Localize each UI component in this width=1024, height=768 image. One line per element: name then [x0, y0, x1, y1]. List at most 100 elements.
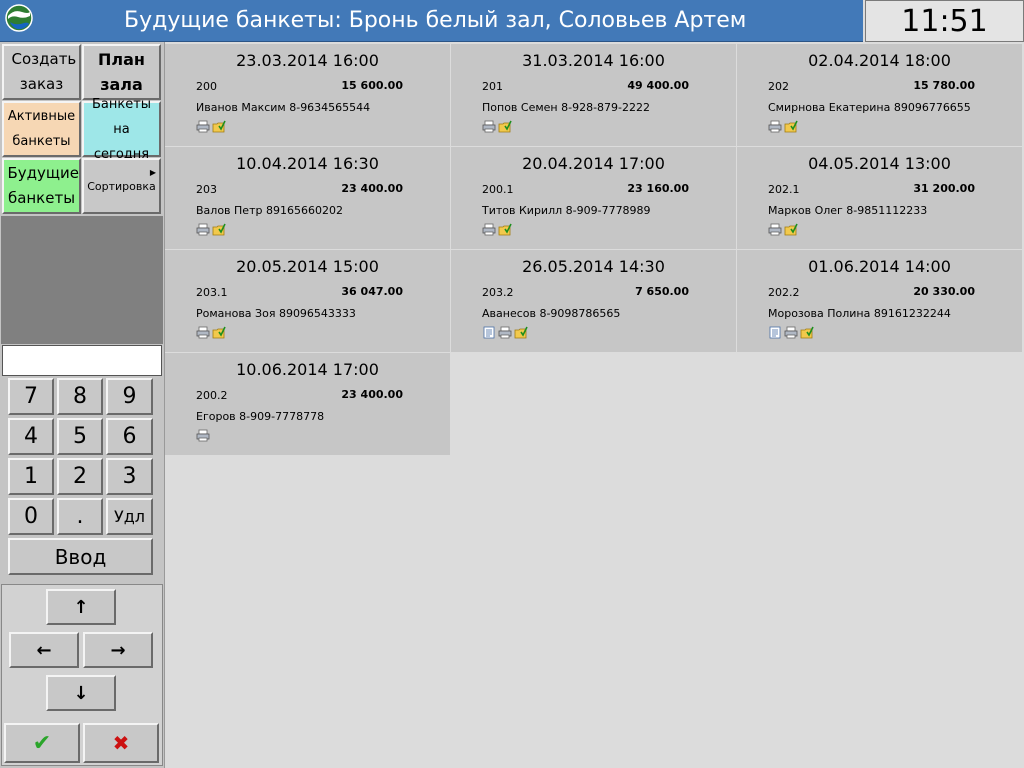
banquet-icons [768, 118, 798, 133]
banquet-card[interactable]: 01.06.2014 14:00 202.2 20 330.00 Морозова П… [737, 250, 1022, 352]
banquet-client: Марков Олег 8-9851112233 [768, 204, 928, 217]
banquet-number: 202.1 [768, 183, 800, 196]
banquet-sum: 15 600.00 [341, 79, 403, 92]
arrow-up-icon[interactable]: ↑ [46, 589, 116, 625]
future-banquets-button[interactable]: Будущие банкеты [2, 158, 81, 214]
navigation-panel: ↑ ← → ↓ ✔ ✖ [1, 584, 163, 766]
banquet-sum: 36 047.00 [341, 285, 403, 298]
title-bar: Будущие банкеты: Бронь белый зал, Соловь… [0, 0, 863, 42]
banquet-client: Смирнова Екатерина 89096776655 [768, 101, 971, 114]
active-banquets-label: Активные банкеты [7, 109, 76, 149]
banquet-sum: 49 400.00 [627, 79, 689, 92]
enter-button[interactable]: Ввод [8, 538, 153, 575]
banquet-client: Титов Кирилл 8-909-7778989 [482, 204, 651, 217]
banquet-card[interactable]: 02.04.2014 18:00 202 15 780.00 Смирнова Ека… [737, 44, 1022, 146]
key-dot[interactable]: . [57, 498, 103, 535]
banquet-client: Валов Петр 89165660202 [196, 204, 343, 217]
key-3[interactable]: 3 [106, 458, 153, 495]
create-order-label: Создать заказ [11, 50, 77, 93]
banquet-card[interactable]: 20.04.2014 17:00 200.1 23 160.00 Титов Кири… [451, 147, 736, 249]
folder-check-icon [784, 221, 798, 236]
banquet-client: Попов Семен 8-928-879-2222 [482, 101, 650, 114]
banquet-icons [768, 324, 814, 339]
banquet-icons [196, 324, 226, 339]
printer-icon [196, 221, 210, 236]
left-panel: Создать заказ План зала Активные банкеты… [0, 42, 165, 768]
banquet-client: Аванесов 8-9098786565 [482, 307, 621, 320]
banquet-card[interactable]: 31.03.2014 16:00 201 49 400.00 Попов Семен … [451, 44, 736, 146]
folder-check-icon [784, 118, 798, 133]
printer-icon [784, 324, 798, 339]
create-order-button[interactable]: Создать заказ [2, 44, 81, 100]
banquet-icons [482, 324, 528, 339]
future-banquets-label: Будущие банкеты [7, 164, 80, 207]
printer-icon [498, 324, 512, 339]
banquet-sum: 23 400.00 [341, 182, 403, 195]
delete-key[interactable]: Удл [106, 498, 153, 535]
arrow-right-icon[interactable]: → [83, 632, 153, 668]
banquet-card[interactable]: 10.04.2014 16:30 203 23 400.00 Валов Петр 8… [165, 147, 450, 249]
banquet-sum: 7 650.00 [635, 285, 689, 298]
printer-icon [196, 118, 210, 133]
banquet-number: 200.1 [482, 183, 514, 196]
clock: 11:51 [865, 0, 1024, 42]
key-2[interactable]: 2 [57, 458, 103, 495]
sorting-button[interactable]: Сортировка ▶ [82, 158, 161, 214]
banquet-datetime: 04.05.2014 13:00 [808, 154, 951, 173]
cancel-button[interactable]: ✖ [83, 723, 159, 763]
key-8[interactable]: 8 [57, 378, 103, 415]
banquet-number: 201 [482, 80, 503, 93]
document-icon [768, 324, 782, 339]
empty-panel [1, 216, 163, 344]
folder-check-icon [212, 324, 226, 339]
printer-icon [768, 118, 782, 133]
printer-icon [196, 427, 210, 442]
folder-check-icon [498, 221, 512, 236]
active-banquets-button[interactable]: Активные банкеты [2, 101, 81, 157]
banquet-number: 200 [196, 80, 217, 93]
folder-check-icon [800, 324, 814, 339]
banquet-number: 203.2 [482, 286, 514, 299]
banquet-number: 202.2 [768, 286, 800, 299]
banquet-sum: 23 160.00 [627, 182, 689, 195]
banquets-today-label: Банкеты на сегодня [91, 96, 152, 162]
key-7[interactable]: 7 [8, 378, 54, 415]
banquet-datetime: 20.04.2014 17:00 [522, 154, 665, 173]
key-0[interactable]: 0 [8, 498, 54, 535]
banquets-today-button[interactable]: Банкеты на сегодня [82, 97, 161, 162]
key-6[interactable]: 6 [106, 418, 153, 455]
numeric-entry-field[interactable] [2, 345, 162, 376]
banquet-icons [196, 118, 226, 133]
folder-check-icon [514, 324, 528, 339]
banquet-client: Иванов Максим 8-9634565544 [196, 101, 371, 114]
banquet-card[interactable]: 10.06.2014 17:00 200.2 23 400.00 Егоров 8-9… [165, 353, 450, 455]
submenu-arrow-icon: ▶ [149, 168, 156, 177]
banquet-card[interactable]: 20.05.2014 15:00 203.1 36 047.00 Романова З… [165, 250, 450, 352]
printer-icon [768, 221, 782, 236]
banquet-sum: 23 400.00 [341, 388, 403, 401]
key-4[interactable]: 4 [8, 418, 54, 455]
printer-icon [482, 221, 496, 236]
banquet-number: 202 [768, 80, 789, 93]
banquet-icons [196, 221, 226, 236]
arrow-left-icon[interactable]: ← [9, 632, 79, 668]
key-1[interactable]: 1 [8, 458, 54, 495]
banquet-card[interactable]: 26.05.2014 14:30 203.2 7 650.00 Аванесов 8-… [451, 250, 736, 352]
banquet-grid: 23.03.2014 16:00 200 15 600.00 Иванов Макси… [165, 44, 1024, 768]
banquet-icons [482, 118, 512, 133]
banquet-number: 203 [196, 183, 217, 196]
confirm-button[interactable]: ✔ [4, 723, 80, 763]
arrow-down-icon[interactable]: ↓ [46, 675, 116, 711]
key-9[interactable]: 9 [106, 378, 153, 415]
banquet-datetime: 10.04.2014 16:30 [236, 154, 379, 173]
banquet-card[interactable]: 23.03.2014 16:00 200 15 600.00 Иванов Макси… [165, 44, 450, 146]
banquet-datetime: 01.06.2014 14:00 [808, 257, 951, 276]
banquet-card[interactable]: 04.05.2014 13:00 202.1 31 200.00 Марков Оле… [737, 147, 1022, 249]
banquet-datetime: 20.05.2014 15:00 [236, 257, 379, 276]
hall-plan-label: План зала [98, 50, 145, 94]
sorting-label: Сортировка [87, 179, 156, 193]
key-5[interactable]: 5 [57, 418, 103, 455]
banquet-client: Романова Зоя 89096543333 [196, 307, 356, 320]
printer-icon [196, 324, 210, 339]
banquet-datetime: 02.04.2014 18:00 [808, 51, 951, 70]
